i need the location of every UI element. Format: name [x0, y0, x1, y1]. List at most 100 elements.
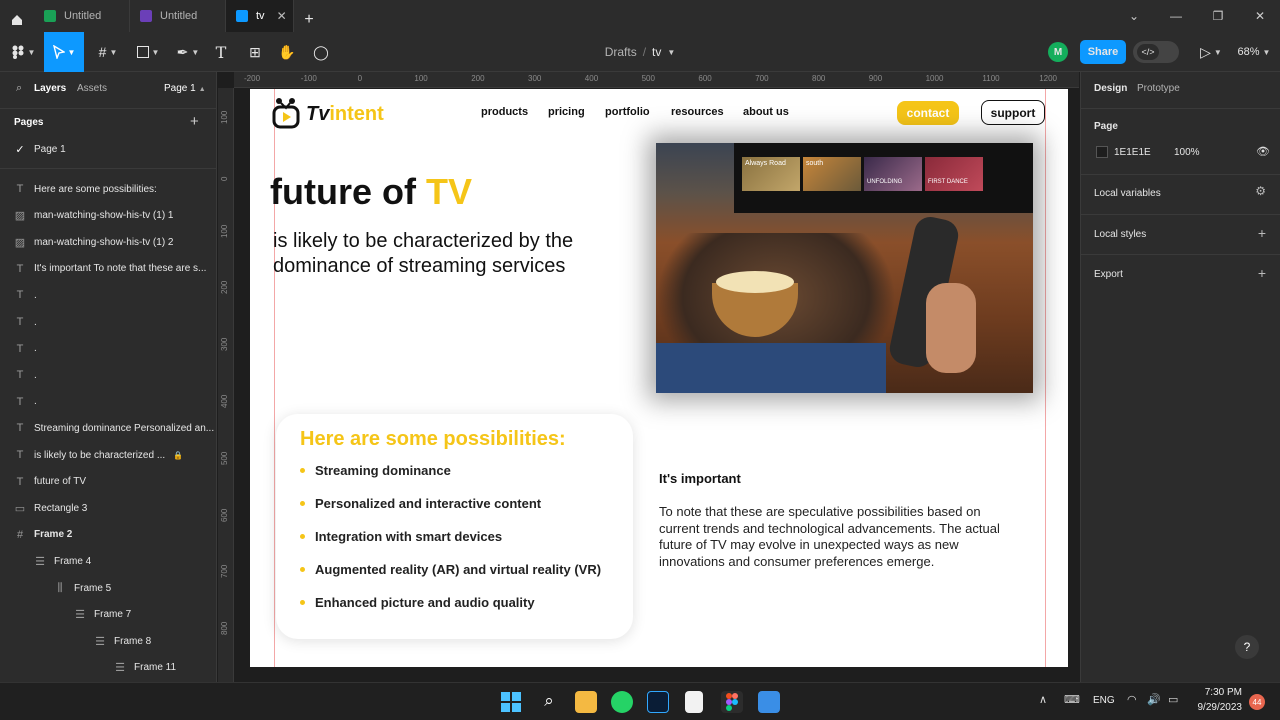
layer-row[interactable]: T.: [0, 282, 216, 308]
nav-resources[interactable]: resources: [671, 106, 724, 118]
pen-tool-button[interactable]: ✒ ▼: [172, 32, 204, 72]
share-button[interactable]: Share: [1080, 40, 1126, 64]
resources-button[interactable]: ⊞: [244, 32, 266, 72]
windows-start-icon[interactable]: [500, 691, 522, 713]
wifi-icon[interactable]: ◠: [1127, 693, 1137, 706]
nav-about-us[interactable]: about us: [743, 106, 789, 118]
user-avatar[interactable]: M: [1047, 32, 1069, 72]
language-indicator[interactable]: ENG: [1093, 695, 1115, 706]
notepad-icon[interactable]: [685, 691, 703, 713]
layer-row[interactable]: ⫼ Frame 5: [0, 575, 216, 601]
page-item[interactable]: ✓ Page 1: [0, 136, 216, 162]
layer-row[interactable]: ▨ man-watching-show-his-tv (1) 2: [0, 229, 216, 255]
photoshop-icon[interactable]: [647, 691, 669, 713]
add-style-button[interactable]: +: [1258, 225, 1266, 241]
keyboard-icon[interactable]: ⌨: [1064, 693, 1080, 706]
layer-row[interactable]: Tis likely to be characterized ... 🔒: [0, 442, 216, 468]
comment-tool-button[interactable]: ◯: [310, 32, 332, 72]
layer-row[interactable]: ☰ Frame 8: [0, 628, 216, 654]
layer-row[interactable]: T Here are some possibilities:: [0, 176, 216, 202]
layer-row[interactable]: ▭ Rectangle 3: [0, 495, 216, 521]
main-menu-button[interactable]: ▼: [6, 32, 40, 72]
layer-label: Streaming dominance Personalized an...: [34, 422, 215, 434]
layer-row[interactable]: # Frame 2: [0, 522, 216, 548]
tab-untitled-2[interactable]: Untitled: [130, 0, 226, 32]
lock-icon[interactable]: 🔒: [173, 451, 183, 460]
avatar-initial: M: [1048, 42, 1068, 62]
zoom-control[interactable]: 68% ▼: [1234, 32, 1274, 72]
move-tool-button[interactable]: ▼: [44, 32, 84, 72]
clock-date[interactable]: 9/29/2023: [1186, 702, 1243, 713]
design-frame[interactable]: Tvintent products pricing portfolio reso…: [250, 89, 1068, 667]
tab-label: Untitled: [160, 10, 198, 22]
chevron-up-icon[interactable]: ∧: [1039, 693, 1047, 706]
export-label[interactable]: Export: [1094, 269, 1123, 280]
tab-untitled-1[interactable]: Untitled: [34, 0, 130, 32]
search-icon[interactable]: ⌕: [16, 82, 22, 95]
nav-pricing[interactable]: pricing: [548, 106, 585, 118]
close-tab-icon[interactable]: ✕: [277, 9, 287, 23]
text-layer-icon: T: [16, 183, 24, 195]
local-styles-label[interactable]: Local styles: [1094, 229, 1146, 240]
contact-button[interactable]: contact: [897, 101, 959, 125]
nav-portfolio[interactable]: portfolio: [605, 106, 650, 118]
layer-row[interactable]: ☰ Frame 11: [0, 655, 216, 681]
photos-icon[interactable]: [758, 691, 780, 713]
layer-row[interactable]: T.: [0, 389, 216, 415]
layer-row[interactable]: ☰ Frame 4: [0, 548, 216, 574]
layer-row[interactable]: ☰ Frame 7: [0, 602, 216, 628]
present-button[interactable]: ▷ ▼: [1196, 32, 1226, 72]
page-selector[interactable]: Page 1 ▲: [164, 83, 206, 94]
figma-app-icon[interactable]: [721, 691, 743, 713]
variables-icon[interactable]: ⚙: [1255, 184, 1266, 198]
layer-row[interactable]: T.: [0, 309, 216, 335]
support-button[interactable]: support: [981, 100, 1045, 125]
volume-icon[interactable]: 🔊: [1147, 693, 1161, 706]
layer-row[interactable]: T.: [0, 362, 216, 388]
page-color-swatch[interactable]: [1096, 146, 1108, 158]
canvas[interactable]: -200 -100 0 100 200 300 400 500 600 700 800 900 1000…: [218, 72, 1079, 682]
minimize-button[interactable]: —: [1156, 0, 1196, 32]
breadcrumb-drafts[interactable]: Drafts: [605, 45, 637, 59]
frame-tool-button[interactable]: # ▼: [92, 32, 124, 72]
whatsapp-icon[interactable]: [611, 691, 633, 713]
layer-row[interactable]: T Streaming dominance Personalized an...: [0, 415, 216, 441]
tab-prototype[interactable]: Prototype: [1137, 83, 1180, 94]
notification-badge[interactable]: 44: [1249, 694, 1265, 710]
tab-assets[interactable]: Assets: [77, 83, 107, 94]
hand-icon: ✋: [278, 43, 296, 60]
layer-row[interactable]: T It's important To note that these are s…: [0, 256, 216, 282]
layer-row[interactable]: T.: [0, 336, 216, 362]
page-opacity-value[interactable]: 100%: [1174, 147, 1200, 158]
tab-design[interactable]: Design: [1094, 83, 1127, 94]
file-name[interactable]: tv: [652, 45, 661, 59]
file-explorer-icon[interactable]: [575, 691, 597, 713]
tab-tv[interactable]: tv ✕: [226, 0, 294, 32]
chevron-down-icon[interactable]: ⌄: [1114, 0, 1154, 32]
layer-label: Frame 2: [34, 529, 73, 541]
ruler-tick-label: 800: [812, 74, 826, 83]
clock-time[interactable]: 7:30 PM: [1190, 687, 1242, 698]
help-button[interactable]: ?: [1235, 635, 1259, 659]
local-variables-label[interactable]: Local variables: [1094, 188, 1161, 199]
add-page-button[interactable]: +: [190, 113, 199, 130]
layer-row[interactable]: ▨ man-watching-show-his-tv (1) 1: [0, 203, 216, 229]
layer-row[interactable]: Tfuture of TV: [0, 469, 216, 495]
possibility-item: Enhanced picture and audio quality: [300, 595, 535, 610]
shape-tool-button[interactable]: ▼: [132, 32, 164, 72]
battery-icon[interactable]: ▭: [1168, 693, 1178, 706]
man-watching-tv-image[interactable]: Always Road south UNFOLDING FIRST DANCE: [656, 143, 1033, 393]
text-tool-button[interactable]: T: [210, 32, 232, 72]
tab-layers[interactable]: Layers: [34, 83, 66, 94]
close-window-button[interactable]: ✕: [1240, 0, 1280, 32]
hand-tool-button[interactable]: ✋: [276, 32, 298, 72]
add-export-button[interactable]: +: [1258, 265, 1266, 281]
nav-products[interactable]: products: [481, 106, 528, 118]
eye-icon[interactable]: 👁: [1256, 145, 1270, 158]
dev-mode-toggle[interactable]: </>: [1133, 41, 1179, 63]
search-icon[interactable]: ⌕: [538, 691, 560, 713]
restore-button[interactable]: ❐: [1198, 0, 1238, 32]
ruler-tick-label: 700: [220, 565, 229, 579]
page-color-value[interactable]: 1E1E1E: [1114, 147, 1151, 158]
chevron-down-icon[interactable]: ▼: [667, 48, 675, 57]
